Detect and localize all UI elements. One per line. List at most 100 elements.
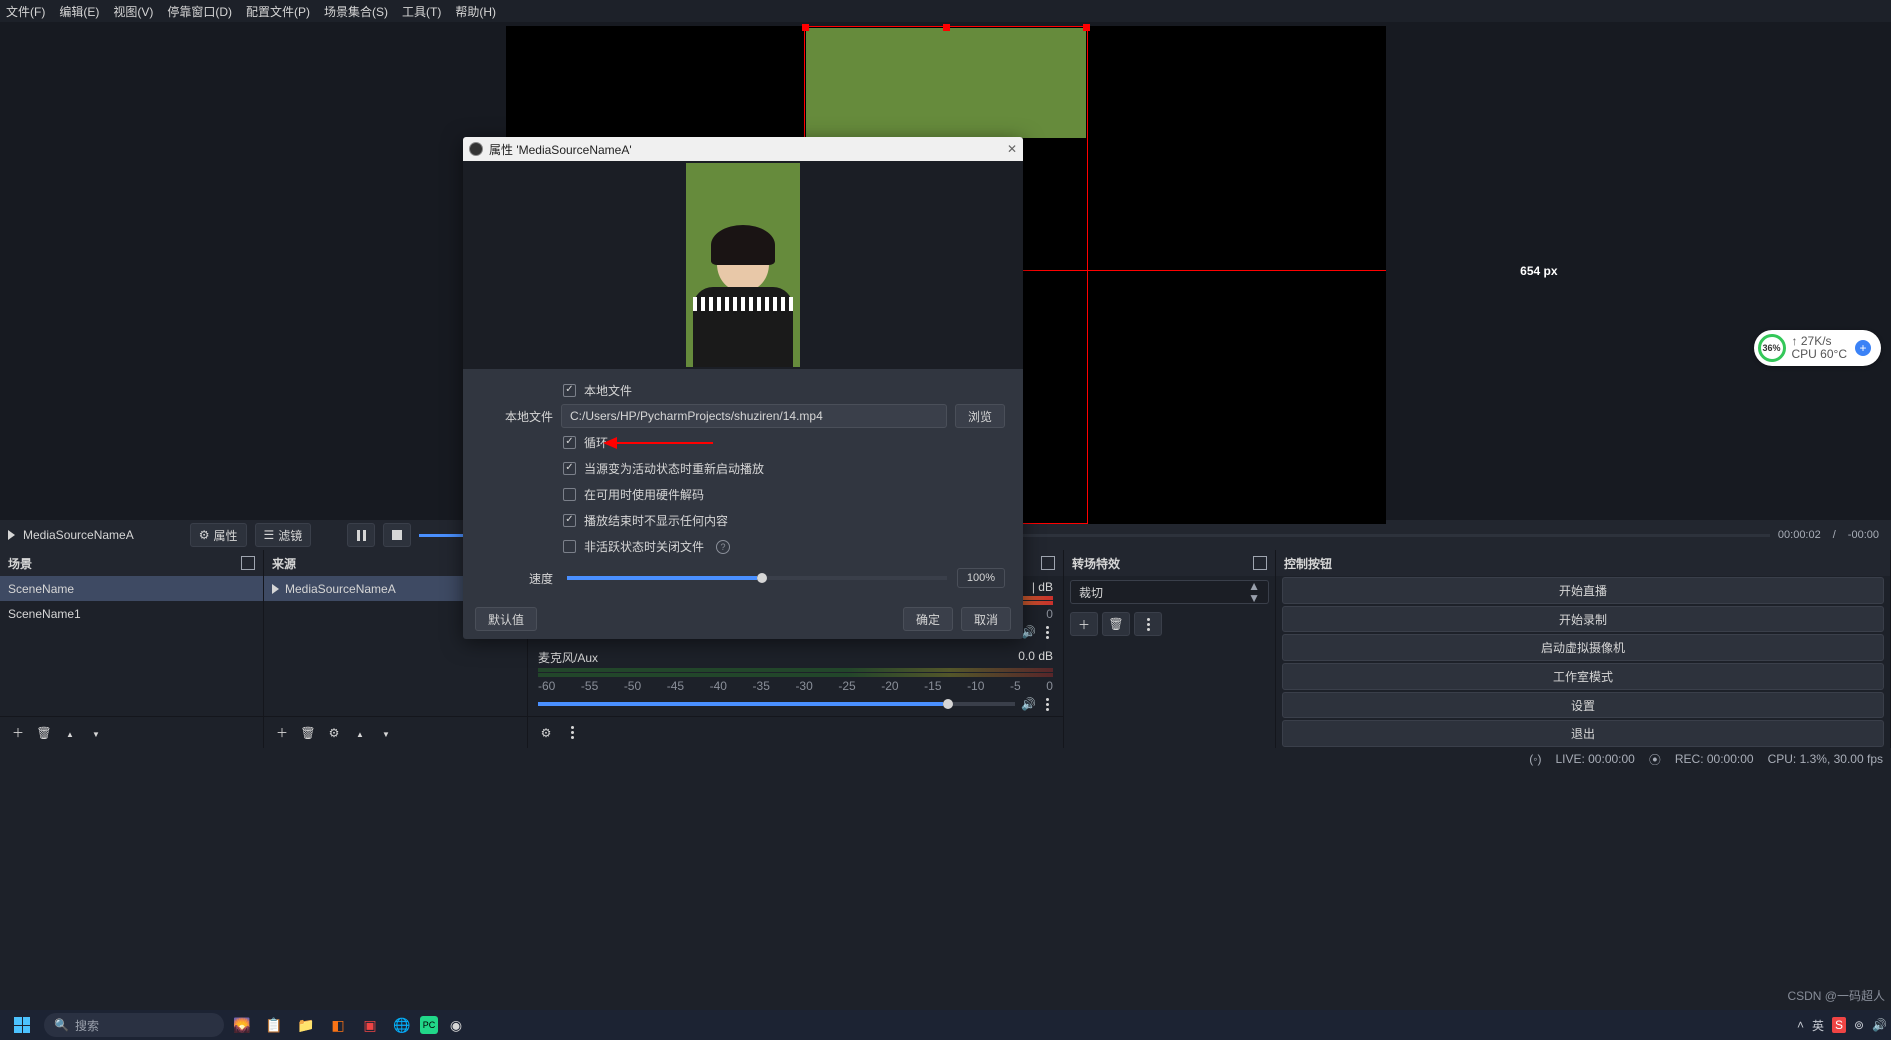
- stop-icon: [392, 530, 402, 540]
- ok-button[interactable]: 确定: [903, 607, 953, 631]
- status-live: LIVE: 00:00:00: [1555, 752, 1634, 766]
- tray-app-icon[interactable]: S: [1832, 1017, 1846, 1033]
- obs-logo-icon: [469, 142, 483, 156]
- taskbar-app-icon[interactable]: 🌄: [228, 1011, 256, 1039]
- browse-button[interactable]: 浏览: [955, 404, 1005, 428]
- perf-add-button[interactable]: +: [1855, 340, 1871, 356]
- transition-select[interactable]: 裁切▲▼: [1070, 580, 1269, 604]
- hideend-checkbox[interactable]: [563, 514, 576, 527]
- exit-button[interactable]: 退出: [1282, 720, 1884, 747]
- source-filters-button[interactable]: ☰滤镜: [255, 523, 312, 547]
- taskbar-obs-icon[interactable]: ◉: [442, 1011, 470, 1039]
- close-inactive-checkbox[interactable]: [563, 540, 576, 553]
- defaults-button[interactable]: 默认值: [475, 607, 537, 631]
- taskbar-search[interactable]: 🔍搜索: [44, 1013, 224, 1037]
- menu-scenecol[interactable]: 场景集合(S): [324, 3, 388, 20]
- scenes-title: 场景: [8, 555, 32, 572]
- media-stop-button[interactable]: [383, 523, 411, 547]
- status-rec: REC: 00:00:00: [1675, 752, 1754, 766]
- perf-overlay[interactable]: 36% ↑ 27K/sCPU 60°C +: [1754, 330, 1881, 366]
- close-icon[interactable]: ✕: [1007, 142, 1017, 156]
- add-source-button[interactable]: ＋: [270, 721, 294, 745]
- dialog-titlebar[interactable]: 属性 'MediaSourceNameA' ✕: [463, 137, 1023, 161]
- taskbar-app-icon[interactable]: 📋: [260, 1011, 288, 1039]
- volume-slider[interactable]: [538, 702, 1015, 706]
- source-properties-button[interactable]: 属性: [190, 523, 247, 547]
- taskbar-chrome-icon[interactable]: 🌐: [388, 1011, 416, 1039]
- restart-checkbox[interactable]: [563, 462, 576, 475]
- dim-right-label: 654 px: [1520, 264, 1557, 278]
- speed-slider[interactable]: [567, 576, 947, 580]
- add-scene-button[interactable]: ＋: [6, 721, 30, 745]
- mute-button[interactable]: [1021, 625, 1036, 639]
- settings-button[interactable]: 设置: [1282, 692, 1884, 719]
- taskbar-app-icon[interactable]: ◧: [324, 1011, 352, 1039]
- source-settings-button[interactable]: [322, 721, 346, 745]
- mute-button[interactable]: [1021, 697, 1036, 711]
- scene-up-button[interactable]: [58, 721, 82, 745]
- menu-view[interactable]: 视图(V): [113, 3, 153, 20]
- hideend-label: 播放结束时不显示任何内容: [584, 512, 728, 529]
- start-stream-button[interactable]: 开始直播: [1282, 577, 1884, 604]
- close-inactive-label: 非活跃状态时关闭文件: [584, 538, 704, 555]
- hwdecode-checkbox[interactable]: [563, 488, 576, 501]
- windows-taskbar: 🔍搜索 🌄 📋 📁 ◧ ▣ 🌐 PC ◉ ˄ 英 S ⊚ 🔊: [0, 1010, 1891, 1040]
- menu-tools[interactable]: 工具(T): [402, 3, 441, 20]
- taskbar-pycharm-icon[interactable]: PC: [420, 1016, 438, 1034]
- start-record-button[interactable]: 开始录制: [1282, 606, 1884, 633]
- tray-network-icon[interactable]: ⊚: [1854, 1018, 1864, 1032]
- channel-menu-button[interactable]: [1042, 698, 1053, 711]
- source-down-button[interactable]: [374, 721, 398, 745]
- remove-source-button[interactable]: 🗑: [296, 721, 320, 745]
- local-file-label: 本地文件: [473, 408, 553, 425]
- menu-profile[interactable]: 配置文件(P): [246, 3, 310, 20]
- scene-item[interactable]: SceneName: [0, 576, 263, 601]
- transition-menu-button[interactable]: [1134, 612, 1162, 636]
- popout-icon[interactable]: [1253, 556, 1267, 570]
- local-file-checkbox[interactable]: [563, 384, 576, 397]
- add-transition-button[interactable]: ＋: [1070, 612, 1098, 636]
- source-up-button[interactable]: [348, 721, 372, 745]
- taskbar-explorer-icon[interactable]: 📁: [292, 1011, 320, 1039]
- popout-icon[interactable]: [241, 556, 255, 570]
- mixer-menu-button[interactable]: [560, 721, 584, 745]
- start-button[interactable]: [4, 1011, 40, 1039]
- status-bar: (◦) LIVE: 00:00:00 ⦿ REC: 00:00:00 CPU: …: [0, 748, 1891, 770]
- tray-chevron-icon[interactable]: ˄: [1797, 1018, 1804, 1032]
- transitions-title: 转场特效: [1072, 555, 1120, 572]
- play-icon: [8, 530, 15, 540]
- menu-file[interactable]: 文件(F): [6, 3, 45, 20]
- mixer-level: 0.0 dB: [1018, 649, 1053, 666]
- popout-icon[interactable]: [1041, 556, 1055, 570]
- start-virtualcam-button[interactable]: 启动虚拟摄像机: [1282, 634, 1884, 661]
- tray-volume-icon[interactable]: 🔊: [1872, 1018, 1887, 1032]
- local-file-input[interactable]: [561, 404, 947, 428]
- mixer-channel: 麦克风/Aux0.0 dB -60-55-50-45-40-35-30-25-2…: [528, 645, 1063, 716]
- remove-transition-button[interactable]: 🗑: [1102, 612, 1130, 636]
- studio-mode-button[interactable]: 工作室模式: [1282, 663, 1884, 690]
- remove-scene-button[interactable]: 🗑: [32, 721, 56, 745]
- dialog-title: 属性 'MediaSourceNameA': [489, 141, 632, 158]
- scene-item[interactable]: SceneName1: [0, 601, 263, 626]
- speed-value[interactable]: 100%: [957, 568, 1005, 588]
- loop-checkbox[interactable]: [563, 436, 576, 449]
- speed-label: 速度: [473, 570, 553, 587]
- hwdecode-label: 在可用时使用硬件解码: [584, 486, 704, 503]
- media-pause-button[interactable]: [347, 523, 375, 547]
- annotation-arrow: [603, 435, 713, 451]
- help-icon[interactable]: [712, 539, 730, 554]
- channel-menu-button[interactable]: [1042, 626, 1053, 639]
- menu-edit[interactable]: 编辑(E): [59, 3, 99, 20]
- scene-down-button[interactable]: [84, 721, 108, 745]
- menu-dock[interactable]: 停靠窗口(D): [167, 3, 232, 20]
- person-preview: [693, 231, 793, 367]
- media-icon: [272, 584, 279, 594]
- mixer-settings-button[interactable]: [534, 721, 558, 745]
- menu-help[interactable]: 帮助(H): [455, 3, 496, 20]
- taskbar-app-icon[interactable]: ▣: [356, 1011, 384, 1039]
- controls-dock: 控制按钮 开始直播 开始录制 启动虚拟摄像机 工作室模式 设置 退出: [1276, 550, 1891, 748]
- media-time-total: -00:00: [1848, 529, 1883, 541]
- tray-ime-icon[interactable]: 英: [1812, 1017, 1824, 1034]
- mixer-name: 麦克风/Aux: [538, 649, 598, 666]
- cancel-button[interactable]: 取消: [961, 607, 1011, 631]
